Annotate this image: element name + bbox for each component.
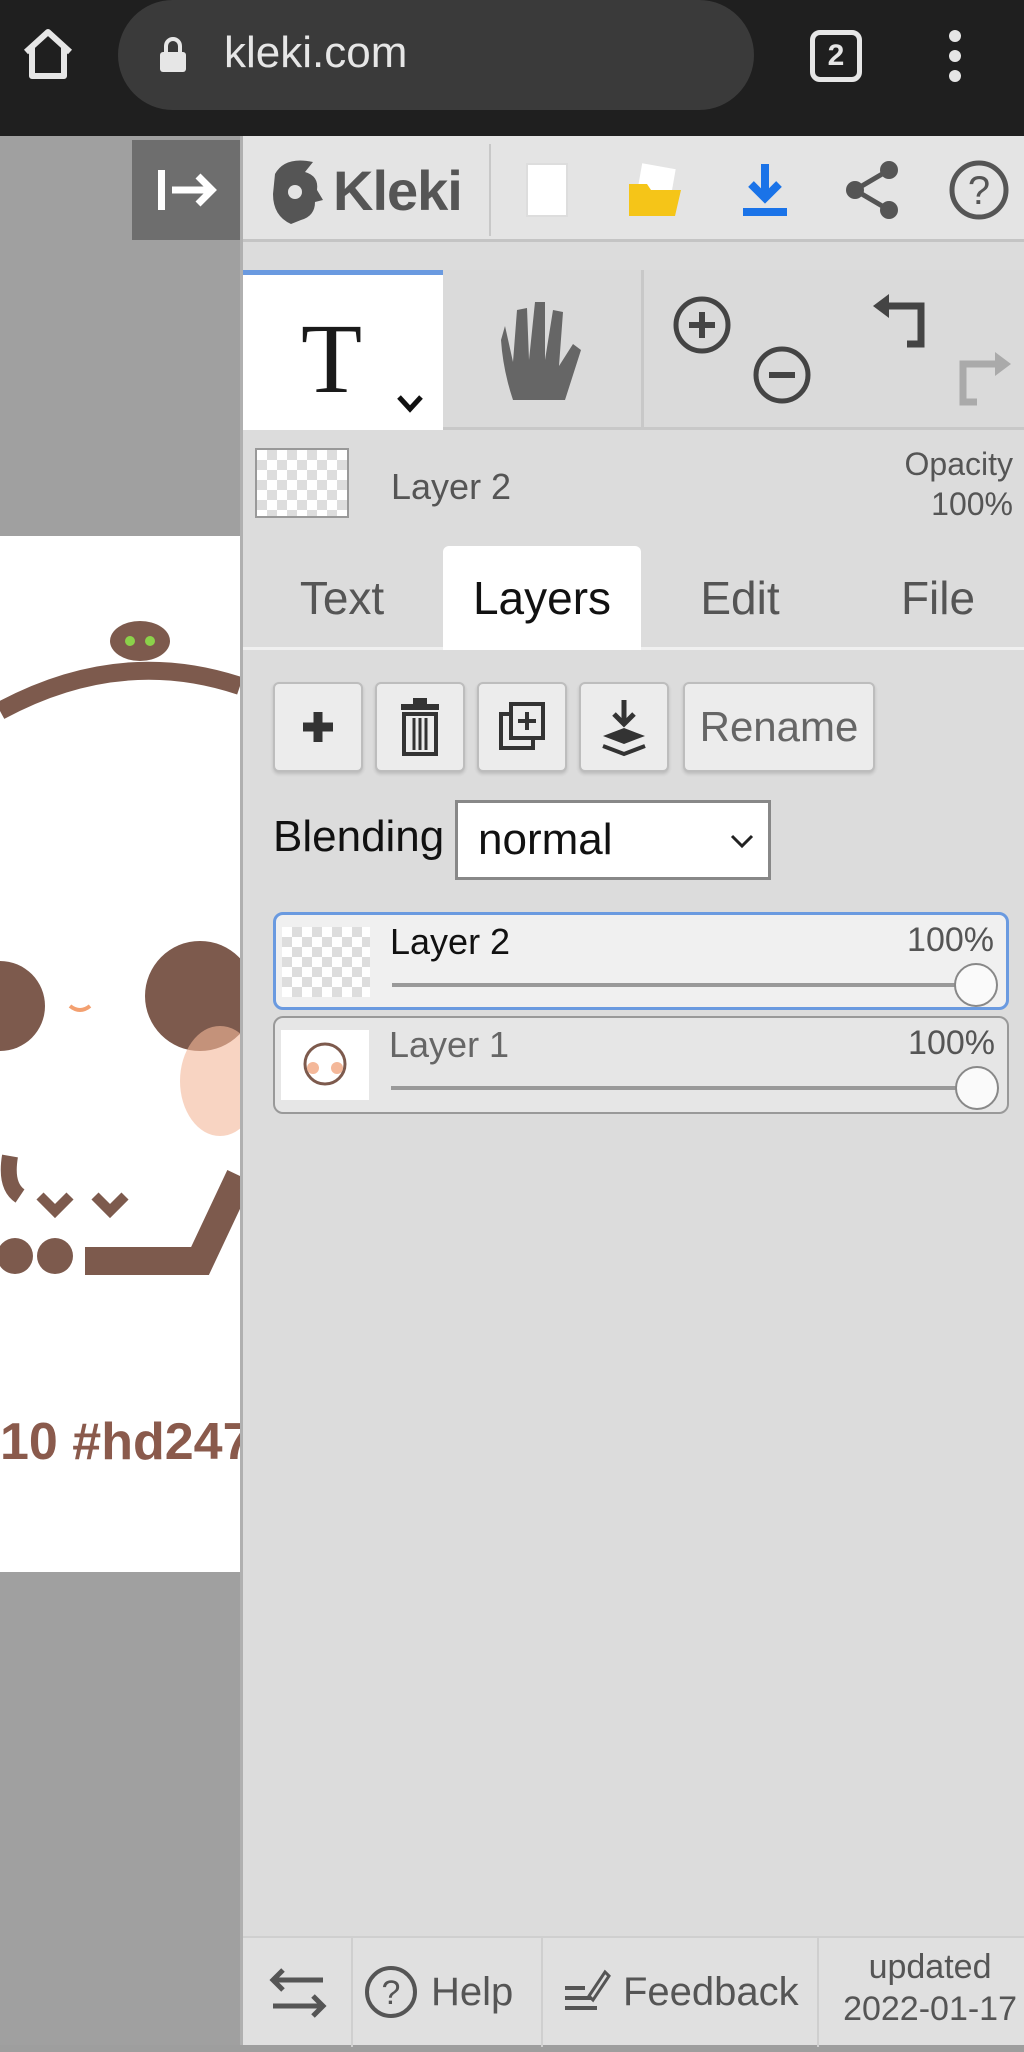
current-layer-info: Layer 2 Opacity 100% xyxy=(243,432,1024,542)
layer-opacity-slider[interactable] xyxy=(391,1086,971,1090)
add-layer-icon xyxy=(303,712,333,742)
text-tool-button[interactable]: T xyxy=(243,270,443,430)
duplicate-layer-icon xyxy=(499,702,545,750)
svg-text:?: ? xyxy=(968,169,990,213)
open-folder-icon[interactable] xyxy=(623,156,687,224)
share-icon[interactable] xyxy=(841,156,905,224)
layer-thumbnail xyxy=(282,927,370,997)
hand-tool-icon xyxy=(501,302,581,400)
feedback-label: Feedback xyxy=(623,1970,799,2014)
feedback-button[interactable]: Feedback xyxy=(543,1938,819,2047)
help-icon: ? xyxy=(365,1966,417,2018)
new-image-icon[interactable] xyxy=(513,156,577,224)
svg-text:?: ? xyxy=(382,1974,401,2012)
layer-opacity: 100% xyxy=(908,1024,995,1062)
kleki-logo-icon xyxy=(273,160,323,224)
undo-icon[interactable] xyxy=(869,290,935,352)
swap-side-button[interactable] xyxy=(243,1938,353,2047)
layer-list-item[interactable]: Layer 1 100% xyxy=(273,1016,1009,1114)
home-icon[interactable] xyxy=(18,24,78,84)
browser-toolbar: kleki.com 2 xyxy=(0,0,1024,136)
tool-panel: Kleki ? T Layer 2 Opacity 100% Text Laye… xyxy=(240,136,1024,2047)
tab-file[interactable]: File xyxy=(839,546,1024,650)
redo-icon[interactable] xyxy=(949,348,1015,410)
hand-tool-button[interactable] xyxy=(443,270,641,430)
tab-layers[interactable]: Layers xyxy=(443,546,641,650)
current-layer-name: Layer 2 xyxy=(391,466,512,507)
canvas-caption-text: 10 #hd247 xyxy=(0,1413,240,1471)
address-bar[interactable]: kleki.com xyxy=(118,0,754,110)
layer-name: Layer 2 xyxy=(390,921,511,962)
updated-info: updated 2022-01-17 xyxy=(843,1946,1017,2030)
collapse-panel-icon xyxy=(158,170,217,210)
merge-down-icon xyxy=(602,700,646,757)
help-label: Help xyxy=(431,1970,514,2014)
opacity-label: Opacity xyxy=(904,446,1013,482)
layer-opacity-slider-handle[interactable] xyxy=(954,963,998,1007)
top-toolbar: Kleki ? xyxy=(243,136,1024,242)
panel-footer: ? Help Feedback updated 2022-01-17 xyxy=(243,1936,1024,2047)
tab-edit[interactable]: Edit xyxy=(641,546,839,650)
layer-thumbnail-drawing xyxy=(303,1042,347,1086)
layer-name: Layer 1 xyxy=(389,1024,510,1065)
feedback-icon xyxy=(565,1969,611,2010)
rename-layer-button[interactable]: Rename xyxy=(683,682,875,772)
lock-icon xyxy=(160,37,186,72)
blending-label: Blending xyxy=(273,812,445,861)
tool-selector: T xyxy=(243,270,1024,430)
chevron-down-icon[interactable] xyxy=(395,393,425,415)
panel-tabs: Text Layers Edit File xyxy=(243,546,1024,650)
toolbar-divider xyxy=(489,144,491,236)
layer-opacity-slider[interactable] xyxy=(392,983,972,987)
layer-opacity: 100% xyxy=(907,921,994,959)
blending-select[interactable]: normal xyxy=(455,800,771,880)
help-icon[interactable]: ? xyxy=(947,156,1011,224)
kleki-logo[interactable]: Kleki xyxy=(265,150,463,230)
delete-layer-icon xyxy=(401,698,439,756)
tab-switcher-button[interactable]: 2 xyxy=(810,30,862,82)
opacity-value: 100% xyxy=(931,486,1013,522)
current-layer-thumbnail xyxy=(255,448,349,518)
logo-text: Kleki xyxy=(333,158,463,222)
tool-divider xyxy=(641,270,644,430)
collapse-panel-button[interactable] xyxy=(132,140,240,240)
url-text: kleki.com xyxy=(224,28,408,77)
layer-thumbnail xyxy=(281,1030,369,1100)
layer-opacity-slider-handle[interactable] xyxy=(955,1066,999,1110)
menu-icon[interactable] xyxy=(940,26,970,86)
blending-value: normal xyxy=(478,815,613,864)
help-button[interactable]: ? Help xyxy=(353,1938,543,2047)
zoom-in-icon[interactable] xyxy=(671,294,733,356)
delete-layer-button[interactable] xyxy=(375,682,465,772)
add-layer-button[interactable] xyxy=(273,682,363,772)
updated-label: updated xyxy=(868,1948,992,1986)
layer-list-item[interactable]: Layer 2 100% xyxy=(273,912,1009,1010)
download-icon[interactable] xyxy=(733,156,797,224)
canvas-area[interactable]: 10 #hd247 xyxy=(0,136,240,2045)
drawing-canvas[interactable]: 10 #hd247 xyxy=(0,536,240,1572)
tab-text[interactable]: Text xyxy=(243,546,441,650)
updated-date: 2022-01-17 xyxy=(843,1990,1017,2028)
swap-icon xyxy=(269,1968,327,2018)
zoom-out-icon[interactable] xyxy=(751,344,813,406)
text-tool-icon: T xyxy=(301,303,363,414)
duplicate-layer-button[interactable] xyxy=(477,682,567,772)
current-layer-opacity: Opacity 100% xyxy=(905,444,1013,524)
merge-down-button[interactable] xyxy=(579,682,669,772)
chevron-down-icon xyxy=(730,834,754,849)
